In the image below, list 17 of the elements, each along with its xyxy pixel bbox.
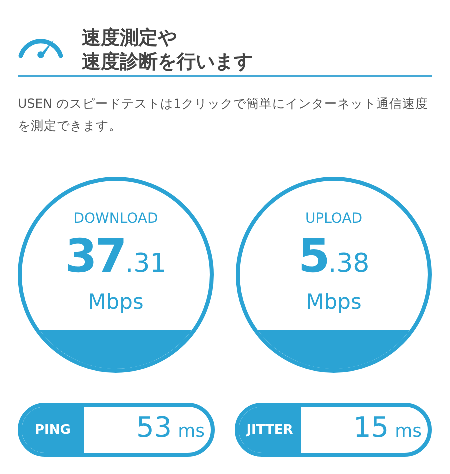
speed-unit: Mbps (306, 289, 362, 315)
stat-unit: ms (395, 421, 422, 442)
stat-value: 15 (353, 411, 390, 444)
speed-decimal: .38 (328, 249, 370, 279)
gauge-label: DOWNLOAD (74, 211, 158, 227)
stat-unit: ms (178, 421, 205, 442)
speed-value: 37 (65, 229, 126, 283)
speed-value: 5 (298, 229, 328, 283)
speed-decimal: .31 (125, 249, 167, 279)
stat-label: JITTER (239, 407, 301, 453)
page-title: 速度測定や (82, 26, 178, 50)
page-title: 速度診断を行います (82, 50, 253, 74)
stat-value: 53 (136, 411, 172, 444)
stat-label: PING (22, 407, 84, 453)
gauge-label: UPLOAD (305, 211, 363, 227)
description-text: USEN のスピードテストは1クリックで簡単にインターネット通信速度を測定できます。 (18, 95, 430, 135)
speed-unit: Mbps (88, 289, 144, 315)
